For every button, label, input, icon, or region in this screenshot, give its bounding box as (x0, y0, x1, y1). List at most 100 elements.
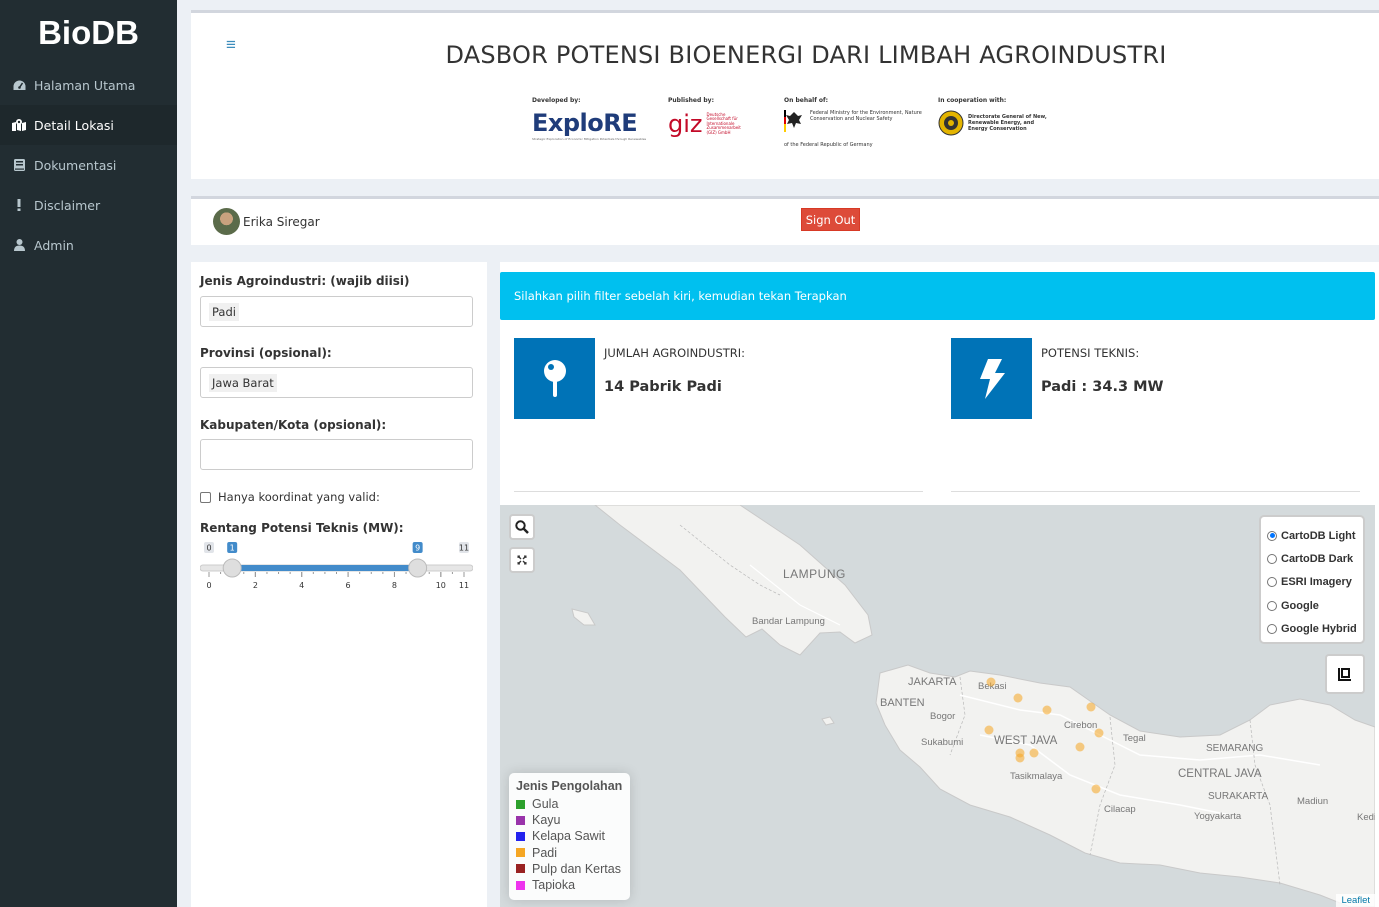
slider-edge-label: 0 (206, 544, 211, 553)
sidebar-item-label: Detail Lokasi (34, 117, 114, 133)
agroindustry-label: Jenis Agroindustri: (wajib diisi) (200, 274, 410, 288)
legend-item: Gula (516, 796, 623, 812)
slider-tick-label: 2 (253, 581, 258, 590)
map-markers (984, 677, 1104, 794)
search-icon[interactable] (509, 514, 535, 540)
layer-option-google-hybrid[interactable]: Google Hybrid (1267, 617, 1357, 640)
map-marker[interactable] (986, 677, 996, 687)
map-marker[interactable] (1029, 748, 1039, 758)
selected-value (209, 446, 215, 450)
layer-option-google[interactable]: Google (1267, 594, 1357, 617)
legend-title: Jenis Pengolahan (516, 779, 623, 793)
content-panel: Silahkan pilih filter sebelah kiri, kemu… (500, 262, 1379, 907)
sidebar-item-label: Admin (34, 237, 74, 253)
exclamation-icon (12, 199, 26, 211)
province-label: Provinsi (opsional): (200, 346, 332, 360)
ebtke-logo: In cooperation with: Directorate General… (938, 97, 1053, 136)
count-value: 14 Pabrik Padi (604, 379, 722, 395)
info-banner: Silahkan pilih filter sebelah kiri, kemu… (500, 272, 1375, 320)
map-marker[interactable] (1094, 728, 1104, 738)
map-marker[interactable] (1086, 702, 1096, 712)
slider-tick-label: 6 (346, 581, 351, 590)
slider-value-label: 1 (230, 544, 235, 553)
layer-radio[interactable] (1267, 623, 1277, 634)
map-marker[interactable] (1015, 753, 1025, 763)
divider (951, 491, 1360, 492)
german-eagle-icon (784, 110, 802, 132)
province-select[interactable]: Jawa Barat (200, 367, 473, 398)
page-title: DASBOR POTENSI BIOENERGI DARI LIMBAH AGR… (445, 41, 1167, 69)
leaflet-map[interactable]: LAMPUNG Bandar Lampung JAKARTA Bekasi BA… (500, 505, 1375, 907)
layer-option-cartodb-light[interactable]: CartoDB Light (1267, 524, 1357, 547)
measure-icon[interactable] (1325, 654, 1365, 694)
potential-range-slider[interactable]: 0 2 4 6 8 10 11 0 11 1 9 (199, 540, 474, 600)
sidebar-item-label: Halaman Utama (34, 77, 136, 93)
layer-radio[interactable] (1267, 530, 1277, 541)
map-legend: Jenis Pengolahan Gula Kayu Kelapa Sawit … (509, 773, 630, 900)
selected-value: Padi (209, 303, 239, 321)
legend-item: Kelapa Sawit (516, 828, 623, 844)
valid-coordinates-option[interactable]: Hanya koordinat yang valid: (200, 490, 380, 504)
layer-control: CartoDB Light CartoDB Dark ESRI Imagery … (1259, 515, 1365, 644)
regency-select[interactable] (200, 439, 473, 470)
potential-value: Padi : 34.3 MW (1041, 379, 1164, 395)
sidebar-item-label: Dokumentasi (34, 157, 117, 173)
legend-swatch (516, 864, 525, 874)
user-name: Erika Siregar (243, 215, 320, 229)
map-pin-icon (514, 338, 595, 419)
bmu-logo: On behalf of: Federal Ministry for the E… (784, 97, 922, 148)
slider-tick-label: 4 (299, 581, 304, 590)
layer-option-cartodb-dark[interactable]: CartoDB Dark (1267, 547, 1357, 570)
layer-radio[interactable] (1267, 577, 1277, 588)
legend-swatch (516, 799, 525, 809)
valid-coordinates-label: Hanya koordinat yang valid: (218, 490, 380, 504)
dashboard-icon (12, 80, 26, 91)
sidebar: BioDB Halaman Utama Detail Lokasi Dokume… (0, 0, 177, 907)
slider-tick-label: 0 (206, 581, 211, 590)
sidebar-item-label: Disclaimer (34, 197, 101, 213)
brand-logo[interactable]: BioDB (0, 0, 177, 65)
legend-swatch (516, 815, 525, 825)
layer-option-esri-imagery[interactable]: ESRI Imagery (1267, 571, 1357, 594)
map-marker[interactable] (1075, 742, 1085, 752)
map-marker[interactable] (1042, 705, 1052, 715)
legend-item: Kayu (516, 812, 623, 828)
valid-coordinates-checkbox[interactable] (200, 491, 211, 503)
leaflet-attribution-link[interactable]: Leaflet (1336, 894, 1375, 907)
map-marked-icon (12, 119, 26, 131)
selected-value: Jawa Barat (209, 374, 277, 392)
regency-label: Kabupaten/Kota (opsional): (200, 418, 387, 432)
info-box-potential: POTENSI TEKNIS: Padi : 34.3 MW (951, 338, 1361, 419)
legend-item: Padi (516, 845, 623, 861)
ministry-seal-icon (938, 110, 964, 136)
sidebar-item-disclaimer[interactable]: Disclaimer (0, 185, 177, 225)
sign-out-button[interactable]: Sign Out (801, 208, 860, 231)
layer-radio[interactable] (1267, 600, 1277, 611)
slider-tick-label: 11 (459, 581, 469, 590)
map-marker[interactable] (1091, 784, 1101, 794)
slider-tick-label: 8 (392, 581, 397, 590)
user-panel: Erika Siregar Sign Out (191, 196, 1379, 245)
map-marker[interactable] (1013, 693, 1023, 703)
main-area: ≡ DASBOR POTENSI BIOENERGI DARI LIMBAH A… (177, 0, 1379, 907)
sidebar-item-halaman-utama[interactable]: Halaman Utama (0, 65, 177, 105)
slider-tick-label: 10 (436, 581, 446, 590)
slider-handle[interactable] (408, 558, 428, 578)
legend-swatch (516, 848, 525, 858)
legend-swatch (516, 831, 525, 841)
info-box-count: JUMLAH AGROINDUSTRI: 14 Pabrik Padi (514, 338, 924, 419)
sidebar-item-detail-lokasi[interactable]: Detail Lokasi (0, 105, 177, 145)
avatar[interactable] (213, 208, 240, 235)
explore-logo: Developed by: ExploRE Strategic Explorat… (532, 97, 647, 141)
slider-handle[interactable] (222, 558, 242, 578)
filter-panel: Jenis Agroindustri: (wajib diisi) Padi P… (191, 262, 487, 907)
sidebar-item-admin[interactable]: Admin (0, 225, 177, 265)
book-icon (12, 159, 26, 171)
count-label: JUMLAH AGROINDUSTRI: (604, 346, 746, 360)
slider-bar (232, 565, 418, 571)
layer-radio[interactable] (1267, 553, 1277, 564)
sidebar-item-dokumentasi[interactable]: Dokumentasi (0, 145, 177, 185)
agroindustry-select[interactable]: Padi (200, 296, 473, 327)
map-marker[interactable] (984, 725, 994, 735)
fullscreen-icon[interactable] (509, 547, 535, 573)
